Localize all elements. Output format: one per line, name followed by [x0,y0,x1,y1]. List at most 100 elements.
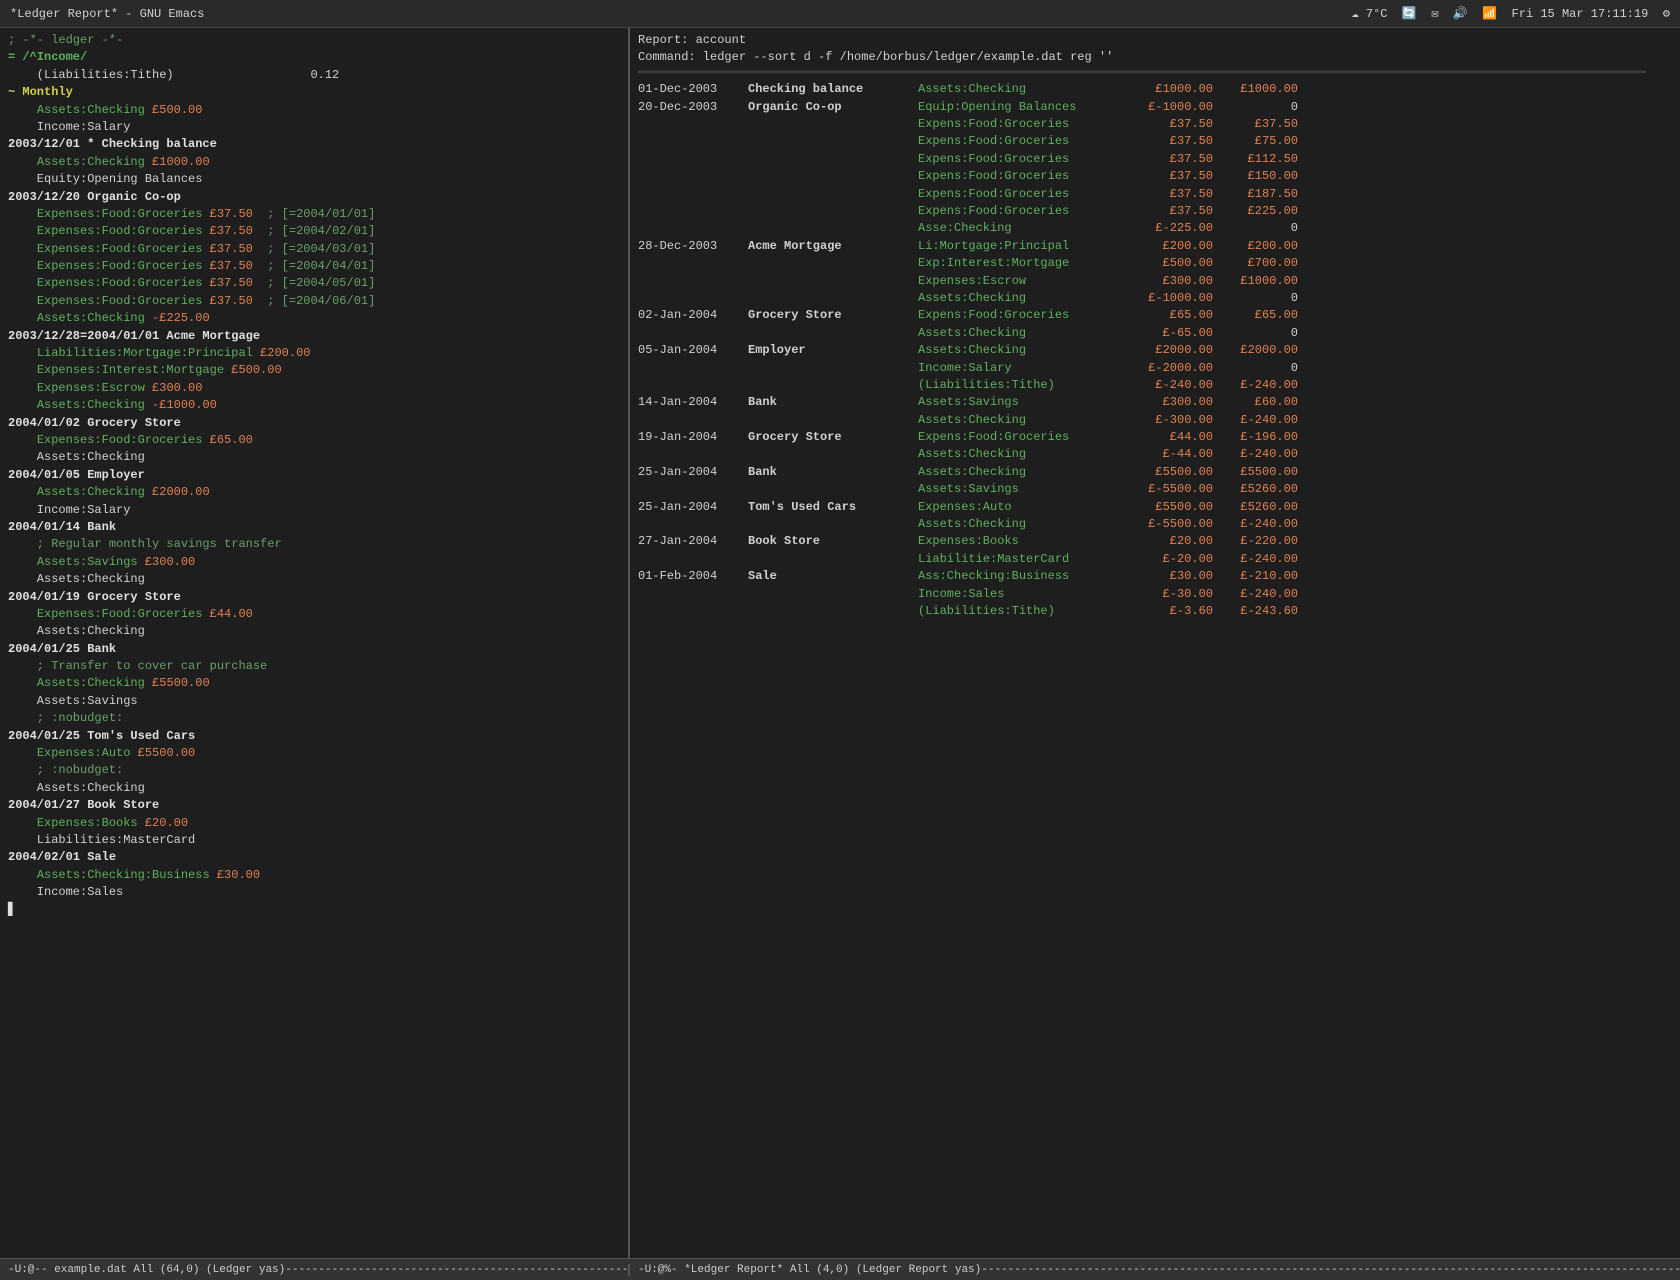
entry-payee: Tom's Used Cars [748,499,918,516]
entry-date [638,203,748,220]
left-editor-line: 2003/12/01 * Checking balance [8,136,620,153]
entry-date: 01-Feb-2004 [638,568,748,585]
entry-payee: Organic Co-op [748,99,918,116]
entry-amount1: £-65.00 [1128,325,1213,342]
entry-amount1: £-5500.00 [1128,481,1213,498]
entry-date [638,603,748,620]
left-editor-line: Assets:Savings £300.00 [8,554,620,571]
entry-date [638,116,748,133]
entry-payee: Book Store [748,533,918,550]
entry-payee [748,481,918,498]
entry-amount1: £37.50 [1128,133,1213,150]
entry-amount1: £-44.00 [1128,446,1213,463]
ledger-report-row: 19-Jan-2004Grocery StoreExpens:Food:Groc… [638,429,1672,446]
entry-account: Expens:Food:Groceries [918,133,1128,150]
entry-date [638,168,748,185]
left-editor-line: 2004/01/05 Employer [8,467,620,484]
entry-amount2: £-243.60 [1213,603,1298,620]
entry-amount1: £-1000.00 [1128,99,1213,116]
entry-date: 25-Jan-2004 [638,499,748,516]
entry-account: Assets:Checking [918,290,1128,307]
ledger-report-row: Assets:Checking£-1000.000 [638,290,1672,307]
left-editor-line: Income:Sales [8,884,620,901]
left-editor-line: 2004/01/25 Tom's Used Cars [8,728,620,745]
entry-payee: Checking balance [748,81,918,98]
left-editor-line: 2003/12/20 Organic Co-op [8,189,620,206]
ledger-report-row: Asse:Checking£-225.000 [638,220,1672,237]
entry-amount1: £-1000.00 [1128,290,1213,307]
left-editor-line: Assets:Checking £5500.00 [8,675,620,692]
entry-amount1: £20.00 [1128,533,1213,550]
entry-payee [748,377,918,394]
ledger-report-entries: 01-Dec-2003Checking balanceAssets:Checki… [638,81,1672,620]
entry-date [638,412,748,429]
entry-date: 20-Dec-2003 [638,99,748,116]
entry-amount2: £-240.00 [1213,586,1298,603]
entry-account: Assets:Checking [918,412,1128,429]
ledger-report-row: Income:Salary£-2000.000 [638,360,1672,377]
ledger-report-row: 28-Dec-2003Acme MortgageLi:Mortgage:Prin… [638,238,1672,255]
left-editor-line: Assets:Checking -£1000.00 [8,397,620,414]
ledger-report-row: Assets:Checking£-5500.00£-240.00 [638,516,1672,533]
entry-account: (Liabilities:Tithe) [918,377,1128,394]
left-editor-line: ; -*- ledger -*- [8,32,620,49]
entry-amount1: £37.50 [1128,186,1213,203]
entry-date [638,325,748,342]
entry-payee [748,151,918,168]
entry-date: 27-Jan-2004 [638,533,748,550]
entry-account: (Liabilities:Tithe) [918,603,1128,620]
left-editor-line: Assets:Checking [8,780,620,797]
left-editor-line: Assets:Checking £2000.00 [8,484,620,501]
entry-amount2: £65.00 [1213,307,1298,324]
left-pane[interactable]: ; -*- ledger -*-= /^Income/ (Liabilities… [0,28,630,1258]
entry-payee: Grocery Store [748,429,918,446]
left-editor-line: Equity:Opening Balances [8,171,620,188]
entry-amount2: £5260.00 [1213,481,1298,498]
left-editor-line: Assets:Checking [8,571,620,588]
entry-amount2: £5500.00 [1213,464,1298,481]
ledger-report-row: 25-Jan-2004BankAssets:Checking£5500.00£5… [638,464,1672,481]
ledger-report-row: Expens:Food:Groceries£37.50£37.50 [638,116,1672,133]
left-editor-line: 2004/01/02 Grocery Store [8,415,620,432]
entry-account: Assets:Savings [918,394,1128,411]
entry-date [638,290,748,307]
left-editor-line: Assets:Checking [8,449,620,466]
entry-payee: Bank [748,394,918,411]
entry-payee [748,255,918,272]
left-editor-line: Income:Salary [8,119,620,136]
report-separator: ════════════════════════════════════════… [638,67,1672,82]
left-editor-line: (Liabilities:Tithe) 0.12 [8,67,620,84]
entry-amount2: £-196.00 [1213,429,1298,446]
left-editor-line: Expenses:Food:Groceries £37.50 ; [=2004/… [8,241,620,258]
entry-date [638,151,748,168]
ledger-report-row: Income:Sales£-30.00£-240.00 [638,586,1672,603]
entry-account: Equip:Opening Balances [918,99,1128,116]
entry-account: Assets:Savings [918,481,1128,498]
entry-payee [748,133,918,150]
entry-payee [748,446,918,463]
entry-amount1: £-30.00 [1128,586,1213,603]
entry-date: 02-Jan-2004 [638,307,748,324]
left-editor-line: = /^Income/ [8,49,620,66]
left-editor-line: 2004/01/14 Bank [8,519,620,536]
entry-date [638,446,748,463]
entry-date: 25-Jan-2004 [638,464,748,481]
entry-date [638,220,748,237]
entry-amount1: £-3.60 [1128,603,1213,620]
entry-date: 05-Jan-2004 [638,342,748,359]
entry-amount2: £60.00 [1213,394,1298,411]
left-editor-line: Expenses:Food:Groceries £37.50 ; [=2004/… [8,206,620,223]
ledger-report-row: Expens:Food:Groceries£37.50£150.00 [638,168,1672,185]
ledger-report-row: 20-Dec-2003Organic Co-opEquip:Opening Ba… [638,99,1672,116]
right-pane[interactable]: Report: account Command: ledger --sort d… [630,28,1680,1258]
ledger-report-row: Expens:Food:Groceries£37.50£225.00 [638,203,1672,220]
titlebar: *Ledger Report* - GNU Emacs ☁ 7°C 🔄 ✉ 🔊 … [0,0,1680,28]
ledger-report-row: Liabilitie:MasterCard£-20.00£-240.00 [638,551,1672,568]
entry-amount2: £112.50 [1213,151,1298,168]
entry-amount2: £-240.00 [1213,516,1298,533]
left-editor-line: Assets:Checking -£225.00 [8,310,620,327]
entry-payee: Bank [748,464,918,481]
left-editor-line: Assets:Checking £500.00 [8,102,620,119]
ledger-report-row: (Liabilities:Tithe)£-3.60£-243.60 [638,603,1672,620]
entry-account: Income:Salary [918,360,1128,377]
